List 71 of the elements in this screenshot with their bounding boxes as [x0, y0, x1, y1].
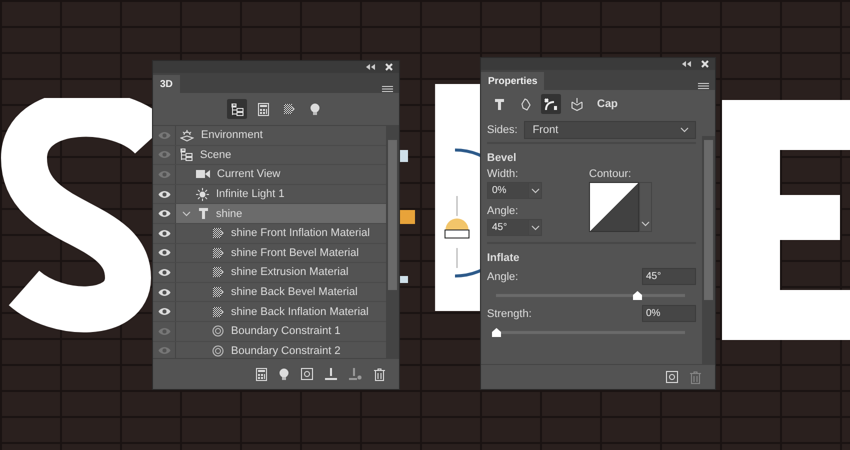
camera-icon [196, 169, 210, 180]
slider-thumb[interactable] [633, 291, 642, 300]
mode-label: Cap [597, 98, 618, 110]
collapse-icon[interactable] [366, 64, 375, 70]
light-icon [196, 188, 209, 201]
filter-button[interactable] [227, 99, 247, 119]
environment-icon [180, 128, 194, 142]
drop-to-plane-icon[interactable] [325, 368, 337, 380]
material-icon [283, 103, 295, 115]
layer-item[interactable]: shine Extrusion Material [176, 263, 386, 282]
mode-button[interactable] [541, 94, 561, 114]
section-title: Bevel [487, 152, 518, 164]
layer-item[interactable]: shine Front Inflation Material [176, 224, 386, 243]
layer-item[interactable]: Environment [176, 126, 386, 145]
section-title: Inflate [487, 252, 520, 264]
chevron-down-icon[interactable] [680, 127, 689, 133]
chevron-down-icon[interactable] [530, 188, 540, 194]
scene-tree-icon [180, 148, 193, 162]
circle-icon [212, 325, 224, 338]
mesh-icon [198, 207, 209, 220]
panel-tab[interactable]: 3D [153, 75, 180, 93]
scene-tree-icon [230, 102, 244, 116]
layer-item[interactable]: Boundary Constraint 2 [176, 342, 386, 358]
field-label: Angle: [487, 205, 520, 217]
menu-icon[interactable] [698, 82, 709, 90]
field-label: Contour: [589, 168, 632, 180]
scrollbar[interactable] [702, 136, 715, 364]
layer-item[interactable]: Boundary Constraint 1 [176, 322, 386, 341]
layer-item[interactable]: shine [176, 204, 386, 223]
close-icon[interactable] [385, 63, 393, 71]
sides-dropdown[interactable]: Front [524, 121, 696, 139]
bulb-icon [279, 368, 289, 380]
sides-label: Sides: [487, 124, 518, 136]
menu-icon[interactable] [382, 85, 393, 93]
bulb-icon [310, 102, 320, 116]
strength-input[interactable]: 0% [642, 305, 696, 322]
mesh-icon [494, 98, 504, 110]
panel-tab[interactable]: Properties [481, 72, 544, 90]
cap-icon [544, 98, 558, 110]
calculator-icon [256, 368, 267, 380]
layer-item[interactable]: shine Front Bevel Material [176, 244, 386, 262]
material-icon [212, 227, 224, 240]
field-label: Strength: [487, 308, 532, 320]
material-icon [212, 286, 224, 298]
field-label: Width: [487, 168, 520, 180]
field-label: Angle: [487, 270, 518, 282]
close-icon[interactable] [701, 60, 709, 68]
angle-input[interactable]: 45° [642, 268, 696, 285]
material-icon [212, 266, 224, 278]
angle-field[interactable]: 45° [487, 219, 542, 236]
layer-item[interactable]: Scene [176, 146, 386, 164]
chevron-down-icon[interactable] [641, 221, 650, 227]
collapse-icon[interactable] [682, 61, 691, 67]
slider-thumb[interactable] [492, 328, 500, 337]
width-field[interactable]: 0% [487, 182, 542, 199]
chevron-down-icon[interactable] [182, 210, 191, 217]
scrollbar[interactable] [386, 126, 399, 358]
layer-item[interactable]: Infinite Light 1 [176, 184, 386, 204]
constraint-icon[interactable] [349, 368, 362, 380]
layer-item[interactable]: shine Back Bevel Material [176, 282, 386, 302]
material-icon [212, 246, 224, 259]
chevron-down-icon[interactable] [530, 224, 540, 230]
render-icon[interactable] [301, 368, 313, 380]
render-icon[interactable] [666, 371, 678, 383]
circle-icon [212, 344, 224, 357]
cube-icon [570, 97, 584, 111]
calculator-icon [258, 102, 268, 116]
layer-item[interactable]: Current View [176, 165, 386, 184]
layer-item[interactable]: shine Back Inflation Material [176, 302, 386, 321]
material-icon [212, 306, 224, 318]
contour-picker[interactable] [589, 182, 652, 232]
